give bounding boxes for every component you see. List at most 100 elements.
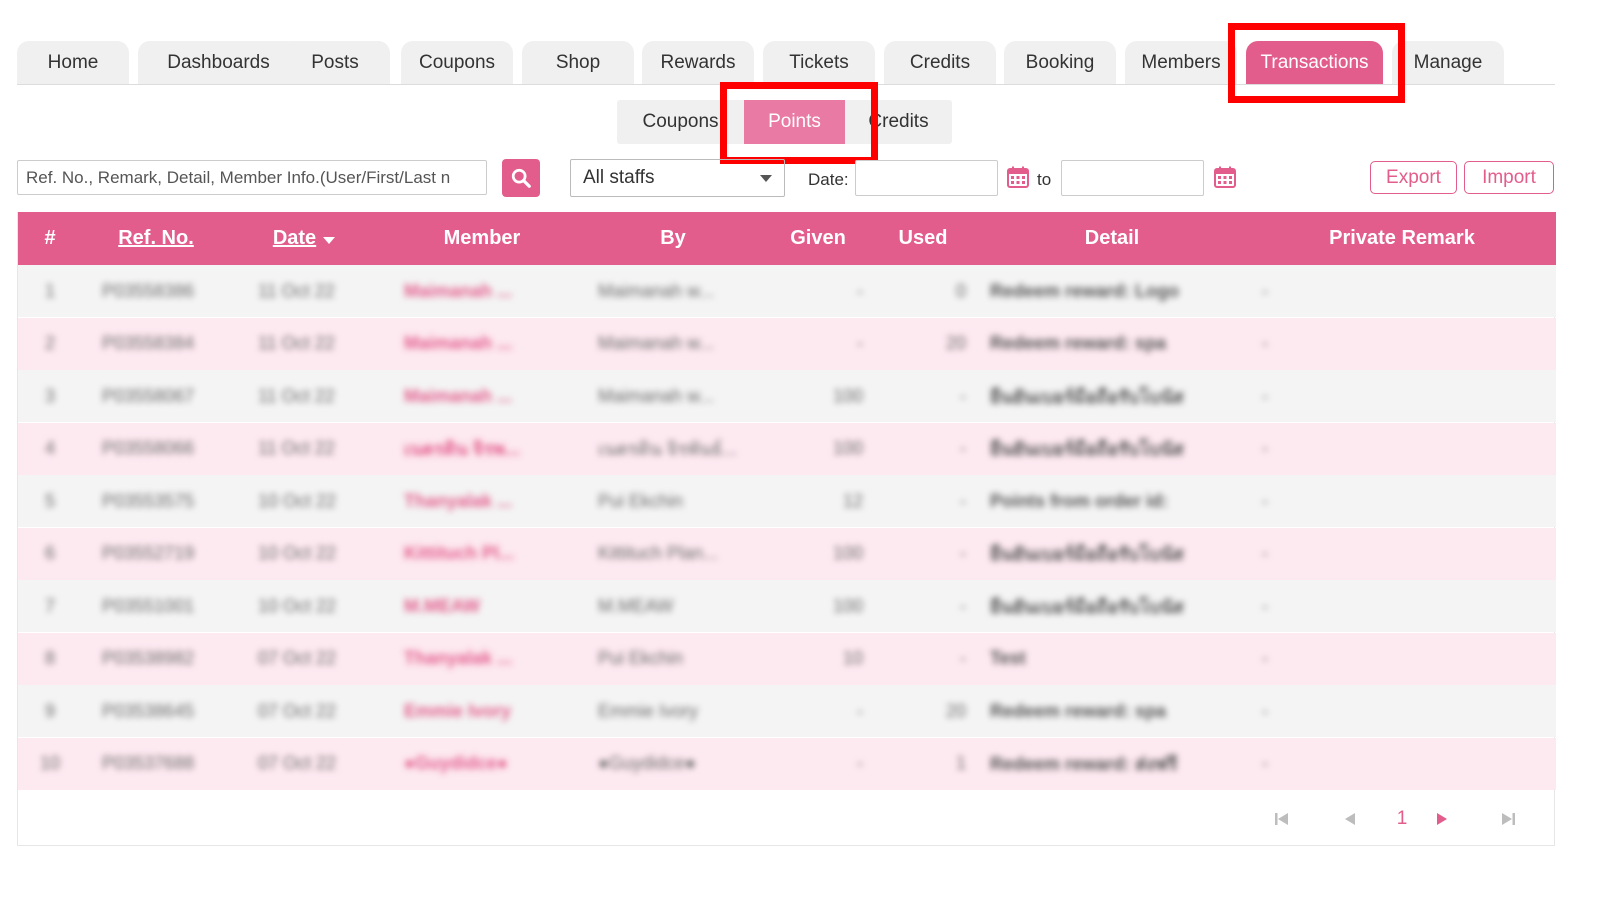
last-page-icon[interactable] bbox=[1496, 807, 1520, 831]
col-num: # bbox=[44, 227, 56, 249]
cell-by: Pui Ekchin bbox=[598, 648, 684, 668]
tab-rewards[interactable]: Rewards bbox=[642, 41, 754, 84]
tab-manage[interactable]: Manage bbox=[1392, 41, 1504, 84]
cell-date: 11 Oct 22 bbox=[258, 385, 335, 406]
cell-by: M.MEAW bbox=[598, 595, 674, 616]
cell-detail: Test bbox=[990, 648, 1026, 668]
tab-credits[interactable]: Credits bbox=[884, 41, 996, 84]
cell-detail: Points from order id: bbox=[990, 490, 1169, 511]
cell-given: 100 bbox=[832, 385, 863, 406]
cell-used: - bbox=[960, 490, 966, 511]
staff-select-value: All staffs bbox=[583, 167, 655, 188]
import-button[interactable]: Import bbox=[1464, 161, 1554, 194]
cell-used: - bbox=[960, 648, 966, 668]
cell-date: 07 Oct 22 bbox=[258, 700, 337, 721]
search-input[interactable] bbox=[17, 160, 487, 195]
tab-shop[interactable]: Shop bbox=[522, 41, 634, 84]
transactions-table: # Ref. No. Date Member By Given Used Det… bbox=[17, 212, 1556, 846]
cell-num: 4 bbox=[44, 438, 55, 458]
cell-member[interactable]: Thanyalak ... bbox=[404, 633, 564, 685]
search-icon bbox=[511, 168, 531, 188]
table-row[interactable]: 1 P03558386 11 Oct 22 Maimanah ... Maimanah … bbox=[18, 265, 1556, 317]
cell-ref: P03558067 bbox=[102, 385, 195, 406]
cell-member[interactable]: Thanyalak ... bbox=[404, 475, 564, 527]
cell-remark: - bbox=[1262, 648, 1268, 668]
export-button[interactable]: Export bbox=[1370, 161, 1457, 194]
table-row[interactable]: 5 P03553575 10 Oct 22 Thanyalak ... Pui Ekch… bbox=[18, 475, 1556, 527]
tab-tickets[interactable]: Tickets bbox=[763, 41, 875, 84]
tab-members[interactable]: Members bbox=[1125, 41, 1237, 84]
table-row[interactable]: 9 P03538645 07 Oct 22 Emmie Ivory Emmie Ivor… bbox=[18, 685, 1556, 737]
cell-ref: P03538645 bbox=[102, 700, 195, 721]
table-row[interactable]: 8 P03538982 07 Oct 22 Thanyalak ... Pui Ekch… bbox=[18, 632, 1556, 685]
chevron-down-icon bbox=[760, 175, 772, 182]
table-row[interactable]: 3 P03558067 11 Oct 22 Maimanah ... Maimanah … bbox=[18, 370, 1556, 422]
cell-member[interactable]: Maimanah ... bbox=[404, 318, 564, 370]
cell-by: Maimanah w... bbox=[598, 280, 715, 301]
col-ref-no[interactable]: Ref. No. bbox=[102, 212, 210, 265]
cell-detail: ยืนยันเบอร์มือถือรับโบนัส bbox=[990, 544, 1184, 564]
to-label: to bbox=[1037, 170, 1052, 189]
cell-date: 10 Oct 22 bbox=[258, 543, 337, 563]
prev-page-icon[interactable] bbox=[1338, 807, 1362, 831]
page-number[interactable]: 1 bbox=[1390, 807, 1414, 831]
next-page-icon[interactable] bbox=[1430, 807, 1454, 831]
cell-given: - bbox=[857, 700, 863, 721]
tab-coupons[interactable]: Coupons bbox=[401, 41, 513, 84]
table-row[interactable]: 10 P03537688 07 Oct 22 ●Guydidce● ●Guydidce●… bbox=[18, 737, 1556, 790]
table-row[interactable]: 7 P03551001 10 Oct 22 M.MEAW M.MEAW 100 - ยืนยั… bbox=[18, 580, 1556, 632]
search-button[interactable] bbox=[502, 159, 540, 197]
cell-remark: - bbox=[1262, 438, 1268, 458]
cell-remark: - bbox=[1262, 385, 1268, 406]
cell-num: 9 bbox=[44, 700, 55, 721]
cell-ref: P03537688 bbox=[102, 753, 195, 773]
cell-member[interactable]: Maimanah ... bbox=[404, 370, 564, 422]
cell-ref: P03558386 bbox=[102, 280, 195, 301]
col-used: Used bbox=[898, 227, 948, 249]
date-to-input[interactable] bbox=[1061, 160, 1204, 196]
cell-member[interactable]: Emmie Ivory bbox=[404, 685, 564, 737]
sort-down-icon bbox=[323, 237, 336, 244]
cell-ref: P03558384 bbox=[102, 333, 195, 353]
cell-given: - bbox=[857, 753, 863, 773]
cell-given: 100 bbox=[832, 543, 863, 563]
cell-member[interactable]: M.MEAW bbox=[404, 580, 564, 632]
table-row[interactable]: 2 P03558384 11 Oct 22 Maimanah ... Maimanah … bbox=[18, 317, 1556, 370]
col-given: Given bbox=[790, 227, 846, 249]
cell-by: เนตรดิน จิรพันธ์... bbox=[598, 439, 738, 459]
col-private-remark: Private Remark bbox=[1329, 227, 1475, 249]
cell-by: ●Guydidce● bbox=[598, 753, 696, 773]
cell-by: Emmie Ivory bbox=[598, 700, 699, 721]
cell-member[interactable]: ●Guydidce● bbox=[404, 738, 564, 790]
cell-member[interactable]: Kittituch Pl... bbox=[404, 528, 564, 580]
cell-by: Maimanah w... bbox=[598, 385, 715, 406]
cell-date: 07 Oct 22 bbox=[258, 648, 337, 668]
cell-ref: P03553575 bbox=[102, 490, 195, 511]
cell-member[interactable]: เนตรดิน จิรพ... bbox=[404, 423, 564, 475]
cell-ref: P03551001 bbox=[102, 595, 195, 616]
tab-posts[interactable]: Posts bbox=[280, 41, 390, 84]
tab-home[interactable]: Home bbox=[17, 41, 129, 84]
col-date[interactable]: Date bbox=[254, 212, 354, 265]
calendar-icon[interactable] bbox=[1213, 165, 1237, 189]
cell-by: Pui Ekchin bbox=[598, 490, 684, 511]
cell-ref: P03538982 bbox=[102, 648, 195, 668]
staff-select[interactable]: All staffs bbox=[570, 159, 785, 197]
cell-date: 11 Oct 22 bbox=[258, 438, 335, 458]
first-page-icon[interactable] bbox=[1270, 807, 1294, 831]
cell-detail: ยืนยันเบอร์มือถือรับโบนัส bbox=[990, 596, 1184, 617]
table-row[interactable]: 4 P03558066 11 Oct 22 เนตรดิน จิรพ... เนตรดิ… bbox=[18, 422, 1556, 475]
table-row[interactable]: 6 P03552719 10 Oct 22 Kittituch Pl... Kittit… bbox=[18, 527, 1556, 580]
cell-given: 12 bbox=[842, 490, 863, 511]
cell-num: 7 bbox=[44, 595, 55, 616]
cell-date: 10 Oct 22 bbox=[258, 595, 337, 616]
cell-detail: Redeem reward: Logo bbox=[990, 280, 1180, 301]
cell-used: - bbox=[960, 385, 966, 406]
tab-booking[interactable]: Booking bbox=[1004, 41, 1116, 84]
cell-member[interactable]: Maimanah ... bbox=[404, 265, 564, 317]
col-date-label: Date bbox=[272, 227, 317, 249]
date-from-input[interactable] bbox=[855, 160, 998, 196]
table-header: # Ref. No. Date Member By Given Used Det… bbox=[18, 212, 1556, 265]
tab-dashboards[interactable]: Dashboards bbox=[138, 41, 299, 84]
calendar-icon[interactable] bbox=[1006, 165, 1030, 189]
